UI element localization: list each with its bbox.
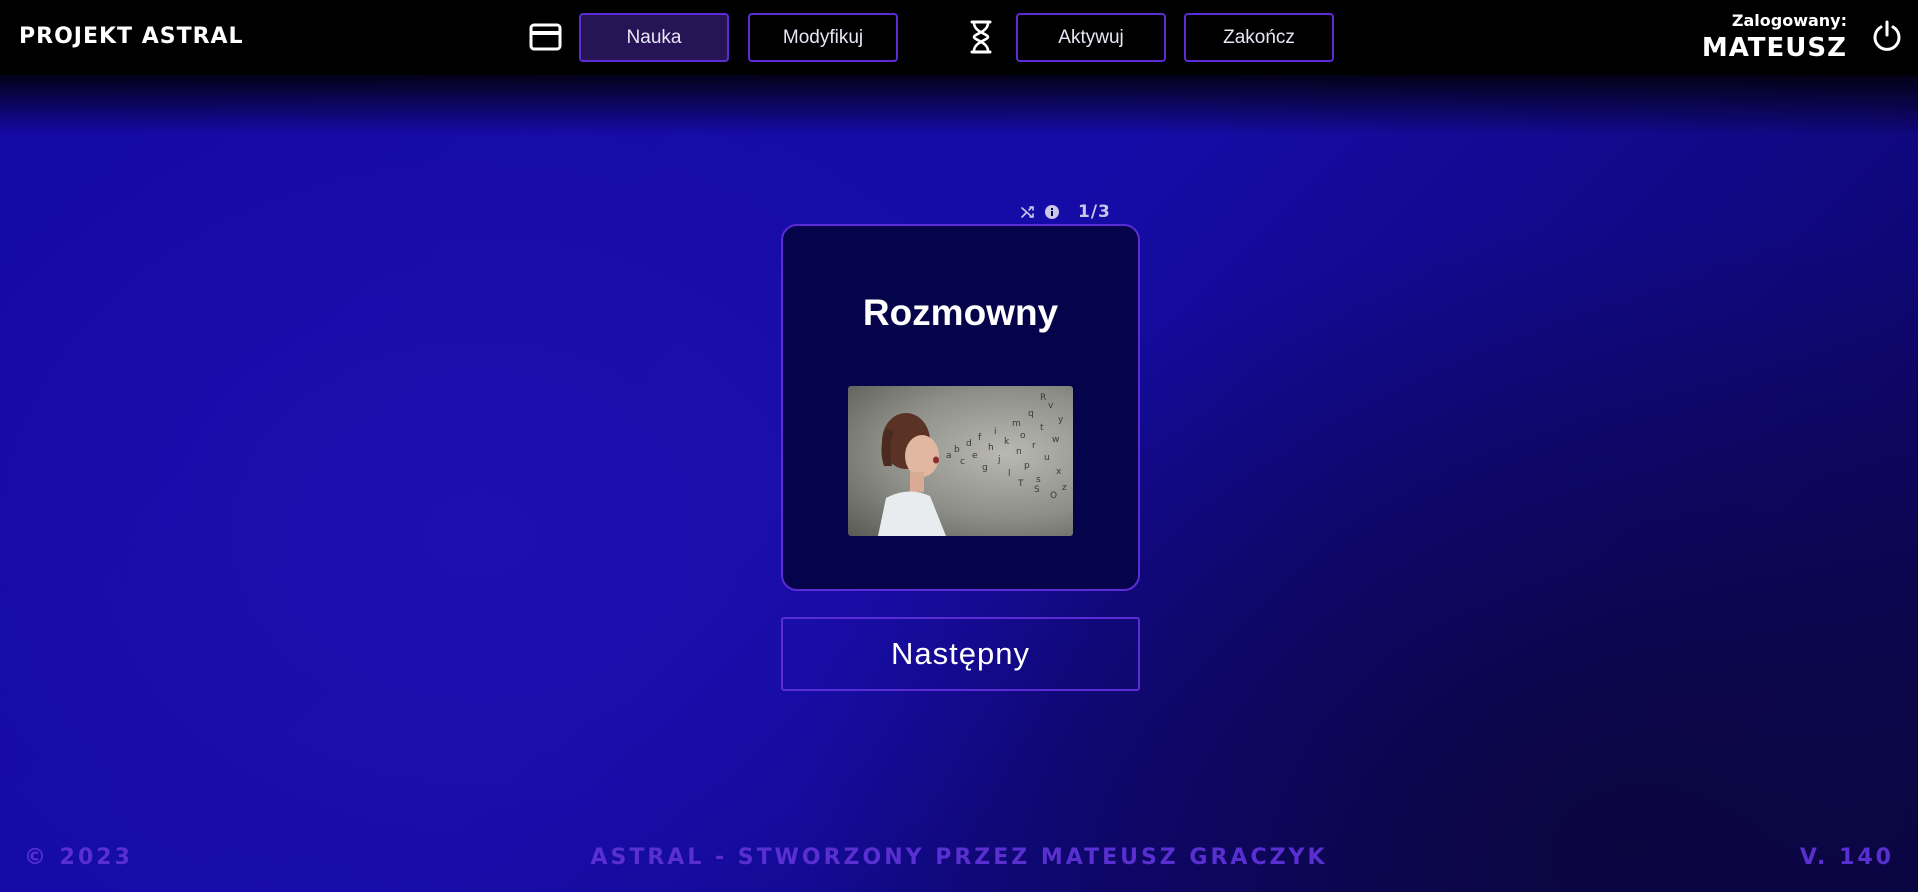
- svg-text:o: o: [1020, 431, 1026, 441]
- flashcard[interactable]: Rozmowny abc def ghi jk l m no p q r s t u v w x…: [781, 224, 1140, 591]
- credit-card-icon: [529, 23, 562, 51]
- svg-text:z: z: [1062, 483, 1067, 493]
- info-icon[interactable]: [1044, 204, 1060, 220]
- card-counter: 1/3: [1078, 202, 1111, 222]
- svg-text:q: q: [1028, 409, 1034, 419]
- svg-text:d: d: [966, 439, 972, 449]
- svg-text:w: w: [1052, 435, 1059, 445]
- svg-text:g: g: [982, 463, 988, 473]
- woman-speaking-letters-image: abc def ghi jk l m no p q r s t u v w x y zO R ST: [848, 386, 1073, 536]
- app-logo[interactable]: PROJEKT ASTRAL: [19, 24, 244, 49]
- top-bar-shadow: [0, 75, 1918, 135]
- svg-text:y: y: [1058, 415, 1064, 425]
- svg-text:h: h: [988, 443, 994, 453]
- svg-text:m: m: [1012, 419, 1021, 429]
- svg-text:p: p: [1024, 461, 1030, 471]
- nav-nauka-button[interactable]: Nauka: [579, 13, 729, 62]
- svg-text:T: T: [1017, 479, 1024, 489]
- next-button[interactable]: Następny: [781, 617, 1140, 691]
- svg-text:n: n: [1016, 447, 1022, 457]
- svg-text:e: e: [972, 451, 978, 461]
- top-navigation-bar: [0, 0, 1918, 75]
- svg-text:R: R: [1040, 393, 1046, 403]
- shuffle-icon[interactable]: [1020, 204, 1036, 220]
- svg-text:O: O: [1050, 491, 1057, 501]
- footer-version: V. 140: [1799, 845, 1894, 870]
- footer-credit: ASTRAL - STWORZONY PRZEZ MATEUSZ GRACZYK: [590, 845, 1328, 870]
- nav-zakoncz-button[interactable]: Zakończ: [1184, 13, 1334, 62]
- svg-text:t: t: [1040, 423, 1044, 433]
- nav-aktywuj-button[interactable]: Aktywuj: [1016, 13, 1166, 62]
- nav-modyfikuj-button[interactable]: Modyfikuj: [748, 13, 898, 62]
- svg-text:v: v: [1048, 401, 1054, 411]
- power-icon[interactable]: [1871, 20, 1903, 52]
- card-meta-bar: 1/3: [1020, 200, 1111, 224]
- svg-text:k: k: [1004, 437, 1010, 447]
- svg-text:b: b: [954, 445, 960, 455]
- username: MATEUSZ: [1701, 33, 1847, 63]
- svg-text:S: S: [1034, 485, 1040, 495]
- svg-text:j: j: [997, 455, 1001, 465]
- svg-text:l: l: [1008, 469, 1011, 479]
- svg-text:c: c: [960, 457, 965, 467]
- card-word: Rozmowny: [862, 292, 1059, 333]
- logged-in-label: Zalogowany:: [1731, 11, 1847, 30]
- svg-text:i: i: [994, 427, 997, 437]
- svg-text:u: u: [1044, 453, 1050, 463]
- svg-text:s: s: [1036, 475, 1041, 485]
- svg-text:r: r: [1032, 441, 1036, 451]
- svg-text:a: a: [946, 451, 952, 461]
- svg-text:x: x: [1056, 467, 1062, 477]
- hourglass-icon: [970, 20, 992, 54]
- svg-text:f: f: [978, 433, 982, 443]
